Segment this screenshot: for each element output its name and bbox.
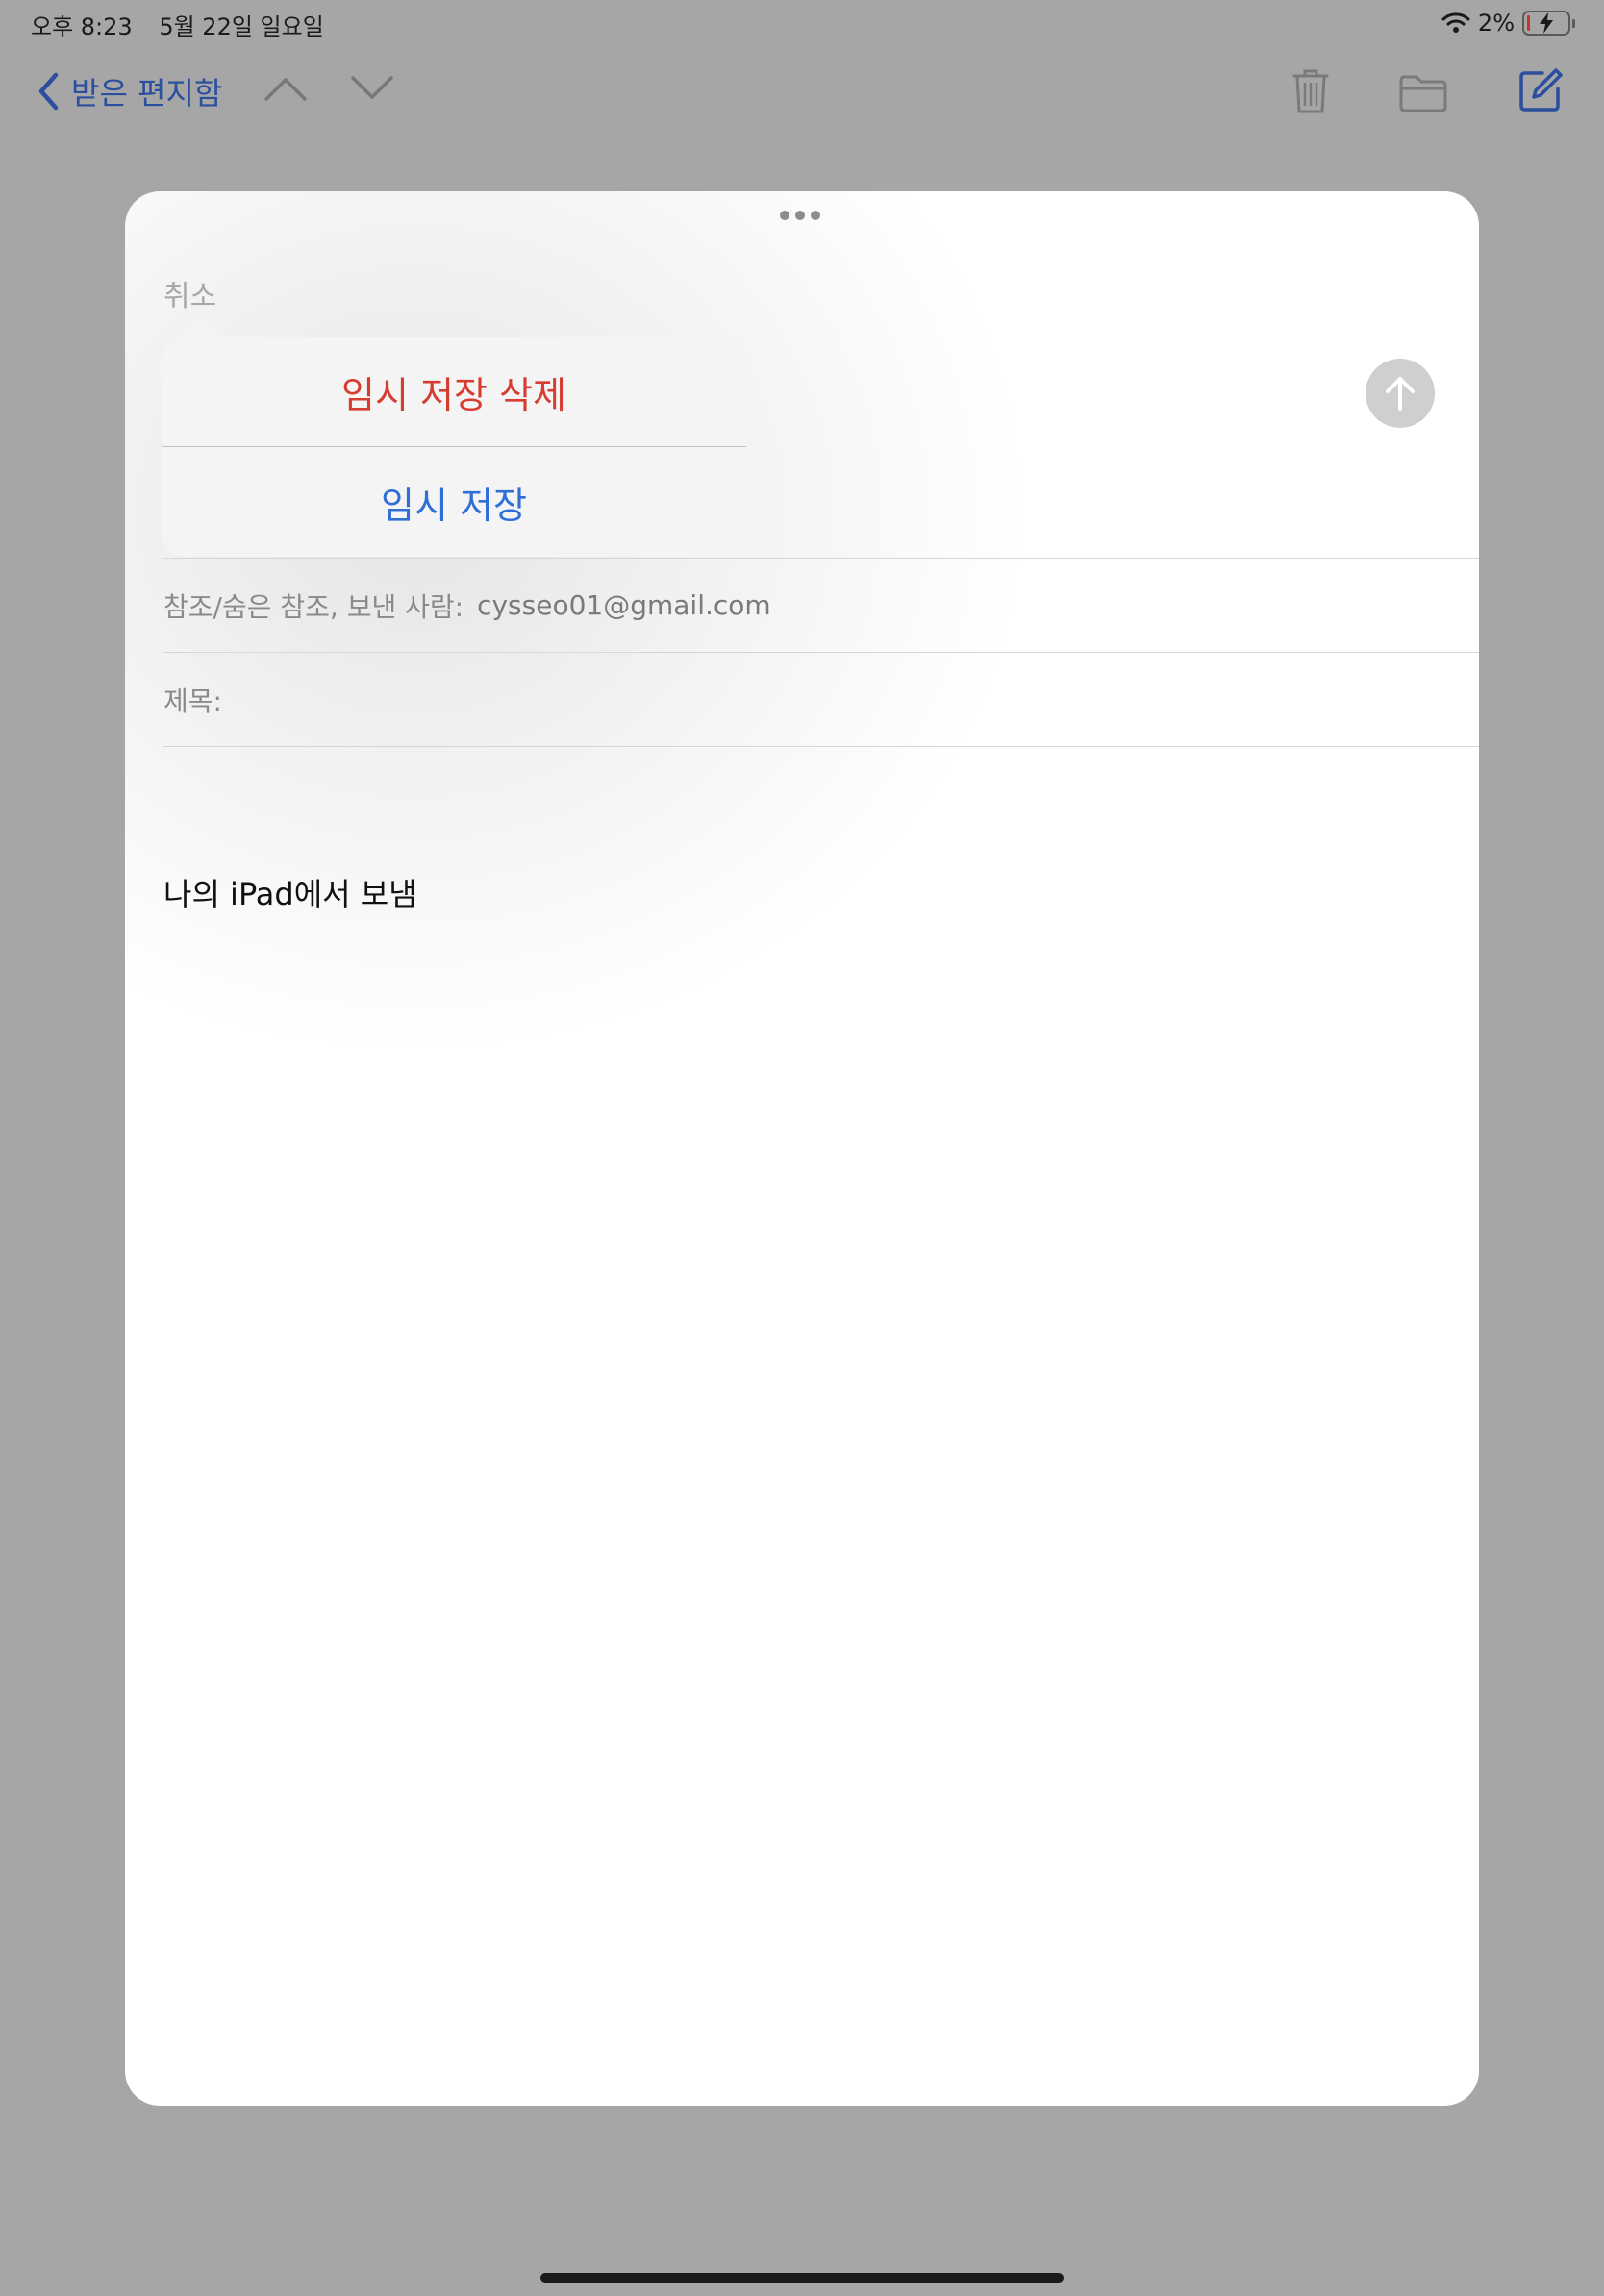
battery-percent: 2% (1477, 10, 1515, 37)
wifi-icon (1441, 12, 1470, 33)
cc-bcc-from-label: 참조/숨은 참조, 보낸 사람: (163, 590, 464, 623)
back-label: 받은 편지함 (71, 75, 223, 112)
subject-label: 제목: (163, 685, 222, 717)
status-date: 5월 22일 일요일 (159, 13, 324, 40)
sheet-grabber[interactable] (780, 211, 820, 220)
back-to-inbox-button[interactable]: 받은 편지함 (37, 69, 222, 113)
status-time: 오후 8:23 (31, 13, 133, 40)
trash-icon[interactable] (1291, 67, 1331, 115)
save-draft-button[interactable]: 임시 저장 (162, 447, 746, 557)
cancel-button[interactable]: 취소 (163, 272, 216, 314)
folder-icon[interactable] (1398, 73, 1448, 113)
subject-divider (163, 746, 1479, 747)
screen: 오후 8:23 5월 22일 일요일 2% 받은 편지함 취소 참조/숨은 참조… (0, 0, 1604, 2296)
bolt-icon (1540, 12, 1553, 34)
compose-icon[interactable] (1517, 67, 1564, 113)
from-address[interactable]: cysseo01@gmail.com (477, 589, 771, 621)
status-bar-left: 오후 8:23 5월 22일 일요일 (31, 8, 324, 41)
body-signature[interactable]: 나의 iPad에서 보냄 (163, 870, 417, 914)
send-button[interactable] (1366, 359, 1435, 428)
home-indicator[interactable] (540, 2273, 1064, 2283)
battery-level (1527, 15, 1530, 31)
arrow-up-icon (1386, 377, 1415, 411)
chevron-left-icon (38, 72, 59, 111)
status-bar-right: 2% (1441, 8, 1575, 38)
cc-bcc-from-field[interactable]: 참조/숨은 참조, 보낸 사람: cysseo01@gmail.com (163, 558, 1479, 652)
draft-options-popover: 임시 저장 삭제 임시 저장 (162, 337, 746, 557)
delete-draft-button[interactable]: 임시 저장 삭제 (162, 337, 746, 447)
subject-field[interactable]: 제목: (163, 652, 1479, 746)
chevron-up-icon[interactable] (263, 75, 308, 102)
battery-charging-icon (1522, 11, 1570, 36)
chevron-down-icon[interactable] (350, 75, 394, 102)
battery-cap (1572, 18, 1575, 28)
